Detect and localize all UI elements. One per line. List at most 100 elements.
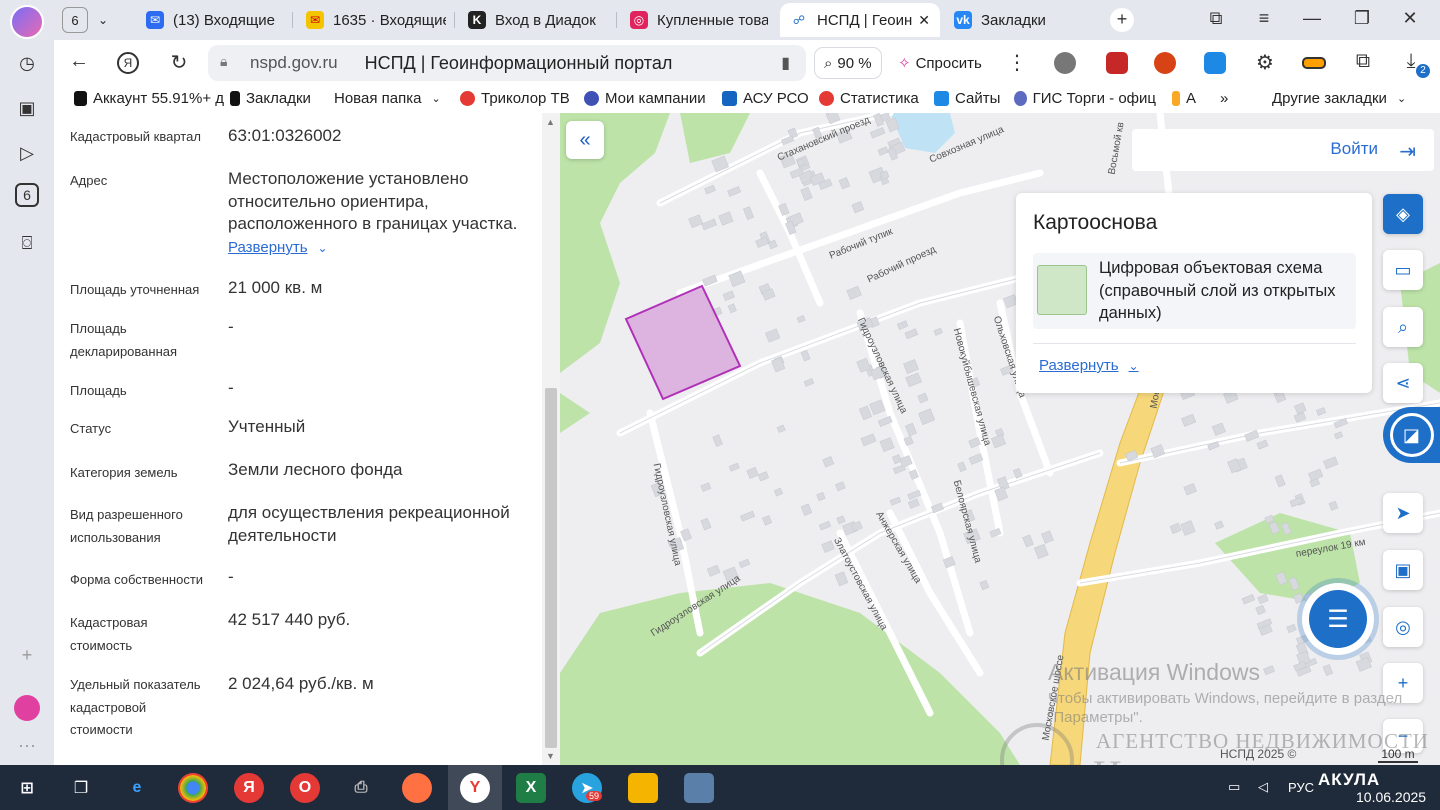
point-search-tool-icon[interactable]: ◎: [1383, 607, 1423, 647]
bookmark-item[interactable]: Сайты: [934, 90, 1000, 107]
battery-icon[interactable]: [1302, 57, 1326, 69]
bookmark-item[interactable]: ГИС Торги - офиц: [1014, 90, 1156, 107]
task-view-icon[interactable]: ❐: [66, 773, 96, 803]
screenshot-icon[interactable]: ⌼: [12, 228, 42, 258]
extension-icon[interactable]: [1154, 52, 1176, 74]
volume-icon[interactable]: ◁: [1258, 779, 1268, 795]
history-icon[interactable]: ◷: [12, 48, 42, 78]
opera-icon[interactable]: O: [290, 773, 320, 803]
chrome-icon[interactable]: [178, 773, 208, 803]
start-icon[interactable]: ⊞: [12, 773, 42, 803]
bookmark-item[interactable]: Триколор ТВ: [460, 90, 570, 107]
row-label: Удельный показатель кадастровой стоимост…: [70, 677, 201, 737]
tab-workspace[interactable]: 6: [62, 7, 88, 33]
back-icon[interactable]: ←: [66, 50, 92, 73]
nspd-brand-button[interactable]: ◪: [1383, 407, 1440, 463]
tab-list-chevron-icon[interactable]: ⌄: [98, 3, 124, 37]
tab-bookmarks[interactable]: vk Закладки: [954, 3, 1074, 37]
excel-icon[interactable]: X: [516, 773, 546, 803]
puzzle-icon[interactable]: ⚙: [1252, 50, 1278, 75]
zoom-value: 90 %: [837, 54, 872, 72]
taskbar-date[interactable]: 10.06.2025: [1356, 789, 1426, 805]
row-value: Земли лесного фонда: [228, 460, 403, 479]
bookmark-favicon: [1014, 91, 1027, 106]
firefox-icon[interactable]: [402, 773, 432, 803]
zoom-indicator[interactable]: ⌕ 90 %: [814, 47, 882, 79]
photos-icon[interactable]: [684, 773, 714, 803]
ie-icon[interactable]: e: [122, 773, 152, 803]
more-menu-icon[interactable]: ⋮: [1004, 50, 1030, 75]
tab-diadoc[interactable]: K Вход в Диадок: [468, 3, 618, 37]
row-value: -: [228, 317, 234, 336]
geolocation-tool-icon[interactable]: ➤: [1383, 493, 1423, 533]
bookmark-label: Мои кампании: [605, 90, 706, 107]
bookmark-item[interactable]: Закладки: [230, 90, 311, 107]
row-value: -: [228, 378, 234, 397]
bookmark-item[interactable]: Статистика: [819, 90, 919, 107]
reload-icon[interactable]: ↻: [166, 50, 192, 75]
extension-icon[interactable]: [1106, 52, 1128, 74]
minimap-tool-icon[interactable]: ▣: [1383, 550, 1423, 590]
address-expand-link[interactable]: Развернуть ⌄: [228, 239, 328, 257]
workspace-badge-icon[interactable]: 6: [15, 183, 39, 207]
collections-bar-icon[interactable]: ⧉: [1350, 50, 1376, 73]
restore-icon[interactable]: ❐: [1350, 8, 1374, 29]
scroll-down-icon[interactable]: ▼: [546, 751, 555, 761]
bookmark-icon[interactable]: ▮: [781, 53, 790, 73]
basemap-thumbnail: [1037, 265, 1087, 315]
extension-icon[interactable]: [1204, 52, 1226, 74]
basemap-option[interactable]: Цифровая объектовая схема (справочный сл…: [1033, 253, 1356, 329]
more-icon[interactable]: ···: [12, 730, 42, 760]
share-tool-icon[interactable]: ⋖: [1383, 363, 1423, 403]
collections-icon[interactable]: ▣: [12, 93, 42, 123]
close-tab-icon[interactable]: ✕: [918, 12, 930, 29]
bookmark-label: АСУ РСО: [743, 90, 809, 107]
file-explorer-icon[interactable]: [628, 773, 658, 803]
search-area-tool-icon[interactable]: ⌕: [1383, 307, 1423, 347]
bookmark-item[interactable]: Аккаунт 55.91%+ д: [74, 90, 224, 107]
battery-tray-icon[interactable]: ▭: [1228, 779, 1240, 795]
close-window-icon[interactable]: ✕: [1398, 8, 1422, 29]
add-panel-icon[interactable]: +: [12, 640, 42, 670]
scroll-up-icon[interactable]: ▲: [546, 117, 555, 127]
map-view[interactable]: Стахановский проезд Совхозная улица Вось…: [560, 113, 1440, 765]
tab-mail[interactable]: ✉ (13) Входящие -: [146, 3, 278, 37]
login-button[interactable]: Войти ⇥: [1132, 129, 1434, 171]
alice-icon[interactable]: [14, 695, 40, 721]
page-title: НСПД | Геоинформационный портал: [364, 52, 673, 73]
address-bar[interactable]: 🔒︎ nspd.gov.ru НСПД | Геоинформационный …: [208, 45, 806, 81]
menu-icon[interactable]: ≡: [1252, 8, 1276, 29]
bookmark-label: Аккаунт 55.91%+ д: [92, 90, 224, 107]
bookmark-item[interactable]: АСУ РСО: [722, 90, 809, 107]
reading-list-icon[interactable]: ⧉: [1204, 8, 1228, 29]
bookmark-folder[interactable]: Новая папка ⌄: [334, 90, 441, 107]
tab-market[interactable]: ◎ Купленные това: [630, 3, 768, 37]
tab-yandex-mail[interactable]: ✉ 1635 · Входящие: [306, 3, 446, 37]
chat-button[interactable]: ☰: [1302, 583, 1374, 655]
new-tab-icon[interactable]: +: [1110, 8, 1134, 32]
layers-tool-icon[interactable]: ◈: [1383, 194, 1423, 234]
bookmark-item[interactable]: Мои кампании: [584, 90, 706, 107]
video-icon[interactable]: ▷: [12, 138, 42, 168]
scroll-thumb[interactable]: [545, 388, 557, 748]
printer-icon[interactable]: ⎙: [346, 773, 376, 803]
basemap-expand-link[interactable]: Развернуть ⌄: [1039, 357, 1139, 374]
extension-icon[interactable]: [1054, 52, 1076, 74]
bookmarks-overflow-icon[interactable]: »: [1220, 90, 1228, 107]
bookmark-item[interactable]: А: [1172, 90, 1196, 107]
language-indicator[interactable]: РУС: [1288, 780, 1314, 795]
ask-button[interactable]: ✧ Спросить: [889, 47, 991, 79]
panel-scrollbar[interactable]: ▲ ▼: [542, 113, 560, 765]
yandex-icon[interactable]: Я: [234, 773, 264, 803]
minimize-icon[interactable]: —: [1300, 8, 1324, 29]
row-label: Статус: [70, 421, 112, 436]
browser-logo[interactable]: [10, 5, 44, 39]
yandex-browser-taskbar-icon[interactable]: Y: [448, 765, 502, 810]
yandex-home-icon[interactable]: Я: [117, 52, 139, 74]
downloads-badge: 2: [1416, 64, 1430, 78]
ruler-tool-icon[interactable]: ▭: [1383, 250, 1423, 290]
browser-sidebar: ◷ ▣ ▷ 6 ⌼ + ···: [0, 0, 54, 765]
collapse-panel-button[interactable]: «: [566, 121, 604, 159]
tab-nspd-active[interactable]: ☍ НСПД | Геоин ✕: [780, 3, 940, 37]
other-bookmarks[interactable]: Другие закладки ⌄: [1272, 90, 1406, 107]
